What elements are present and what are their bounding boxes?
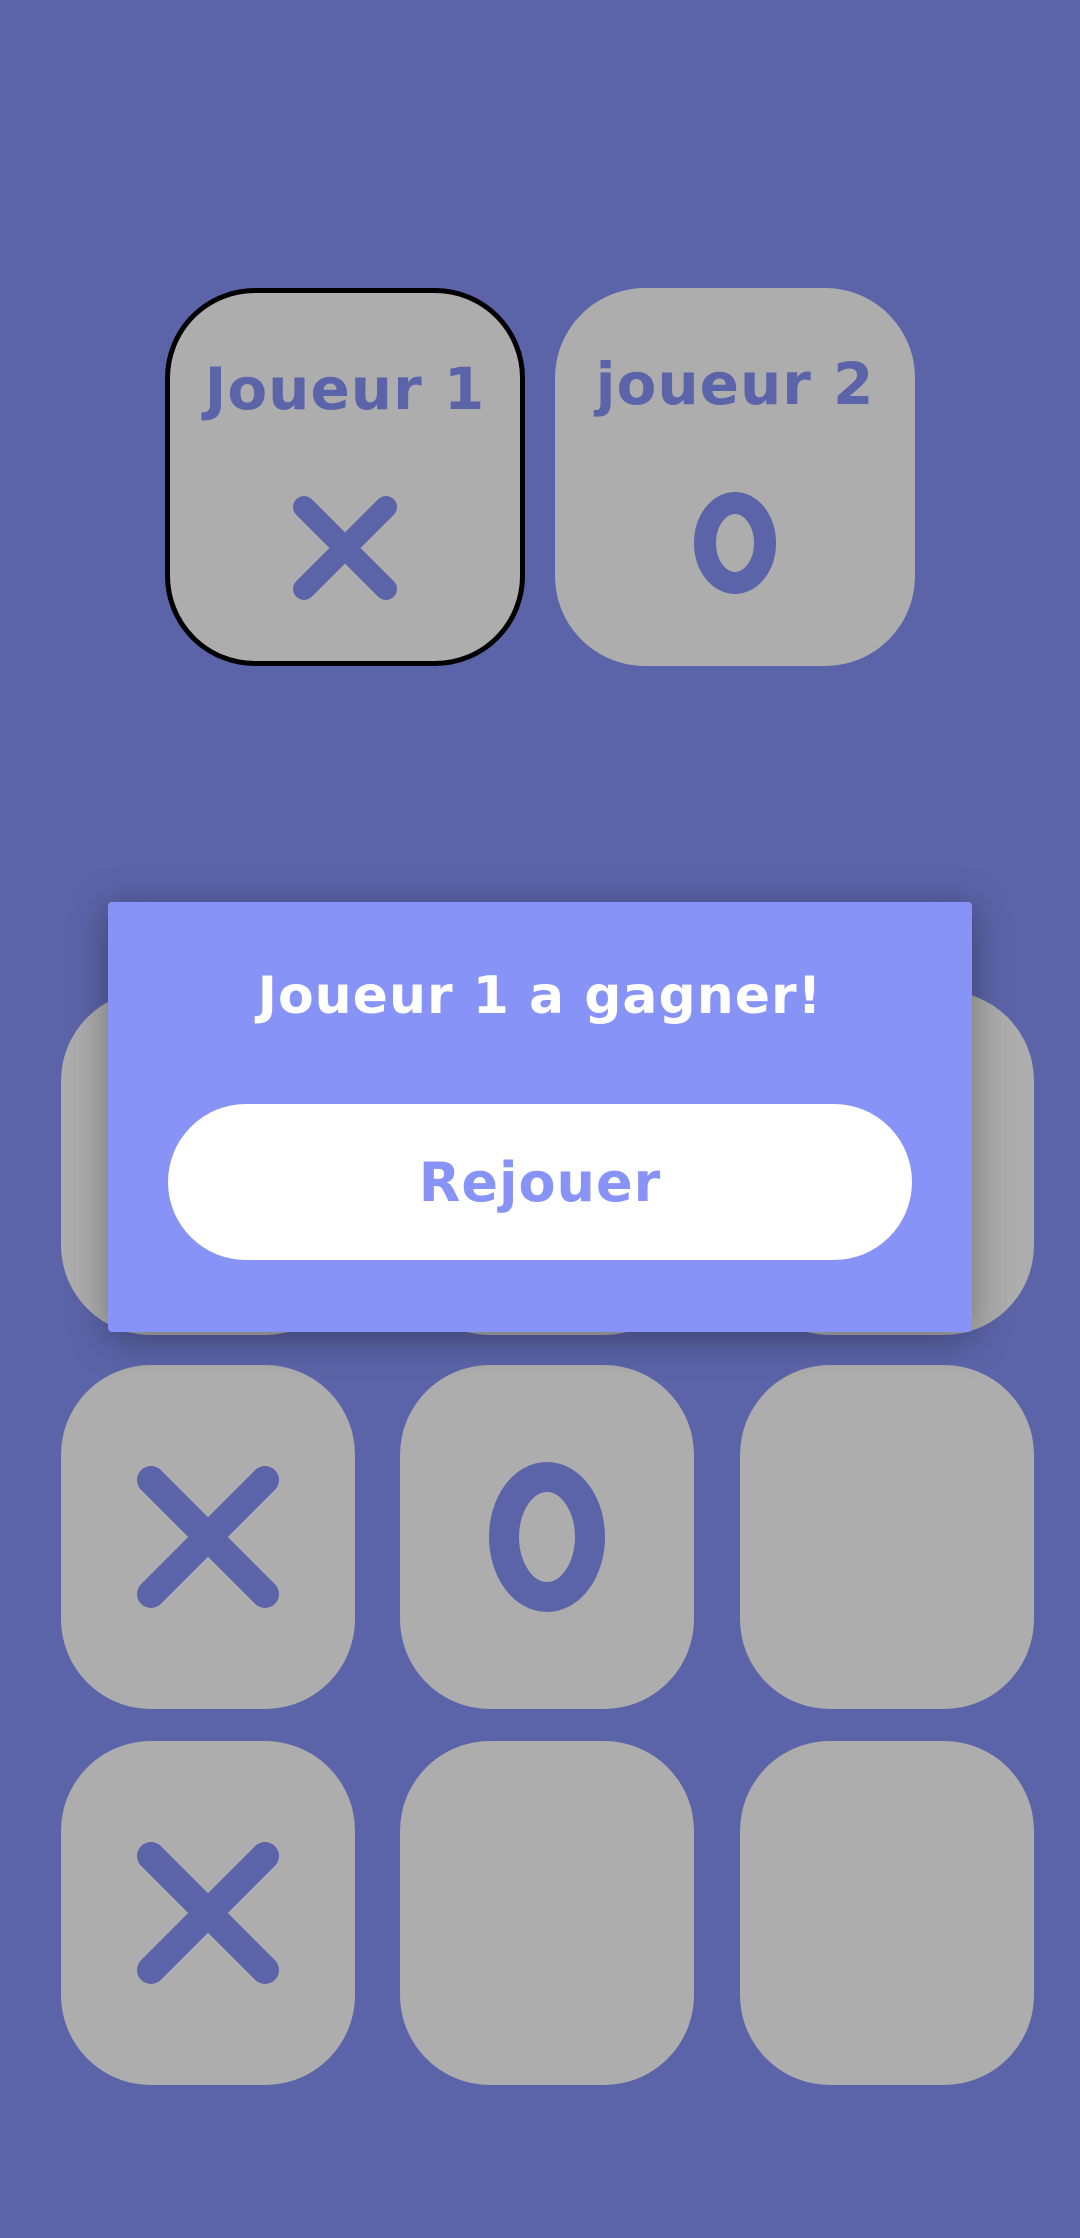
o-icon [694, 492, 776, 594]
x-icon [137, 1466, 279, 1608]
board-cell-1-1[interactable] [400, 1365, 694, 1709]
board-cell-2-0[interactable] [61, 1741, 355, 2085]
board-cell-1-0[interactable] [61, 1365, 355, 1709]
player-1-card: Joueur 1 [165, 288, 525, 666]
player-1-name: Joueur 1 [204, 355, 486, 423]
x-icon [137, 1842, 279, 1984]
result-message: Joueur 1 a gagner! [257, 966, 823, 1026]
replay-button[interactable]: Rejouer [168, 1104, 912, 1260]
o-icon [489, 1462, 605, 1612]
board-cell-1-2[interactable] [740, 1365, 1034, 1709]
board-cell-2-1[interactable] [400, 1741, 694, 2085]
result-dialog: Joueur 1 a gagner! Rejouer [108, 902, 972, 1332]
player-2-name: joueur 2 [595, 350, 875, 418]
board-cell-2-2[interactable] [740, 1741, 1034, 2085]
player-2-card: joueur 2 [555, 288, 915, 666]
x-icon [293, 496, 397, 600]
